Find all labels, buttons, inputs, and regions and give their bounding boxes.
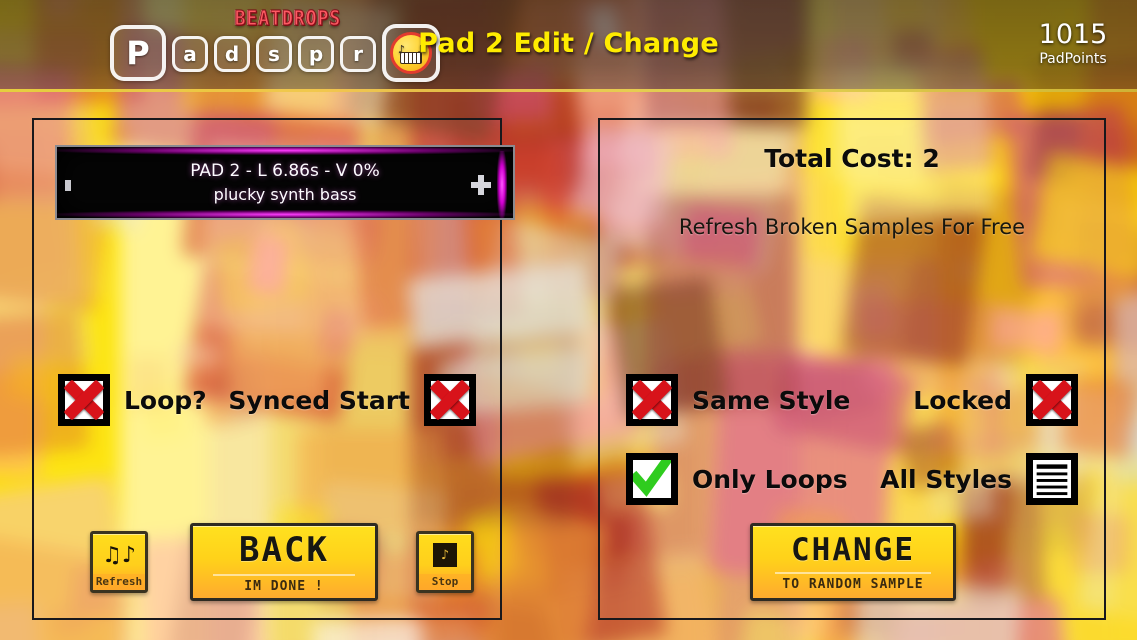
checkbox-synced-start[interactable]	[424, 374, 476, 426]
option-loop-label: Loop?	[124, 385, 207, 415]
red-x-icon	[65, 381, 103, 419]
button-divider	[775, 572, 931, 574]
option-loop[interactable]: Loop?	[58, 374, 207, 426]
checkbox-all-styles[interactable]	[1026, 453, 1078, 505]
option-only-loops-label: Only Loops	[692, 464, 848, 494]
pad-sample-text: PAD 2 - L 6.86s - V 0% plucky synth bass	[57, 159, 513, 207]
padpoints-value: 1015	[1038, 19, 1108, 50]
option-all-styles-label: All Styles	[880, 464, 1012, 494]
pad-glow-top	[57, 147, 513, 155]
back-button[interactable]: BACK IM DONE !	[190, 523, 378, 601]
change-button[interactable]: CHANGE TO RANDOM SAMPLE	[750, 523, 956, 601]
pad-sample-name: plucky synth bass	[213, 185, 357, 204]
padpoints-display: 1015 PadPoints	[1023, 20, 1123, 68]
pad-glow-bottom	[57, 210, 513, 218]
red-x-icon	[431, 381, 469, 419]
stop-note-icon: ♪	[433, 536, 457, 574]
checkbox-loop[interactable]	[58, 374, 110, 426]
change-button-sublabel: TO RANDOM SAMPLE	[782, 577, 924, 592]
stop-button-label: Stop	[419, 574, 471, 590]
change-options-panel: Total Cost: 2 Refresh Broken Samples For…	[598, 118, 1106, 620]
red-x-icon	[1033, 381, 1071, 419]
checkbox-locked[interactable]	[1026, 374, 1078, 426]
free-refresh-note: Refresh Broken Samples For Free	[678, 215, 1026, 239]
green-check-icon	[633, 460, 671, 498]
option-same-style-label: Same Style	[692, 385, 851, 415]
option-synced-start[interactable]: Synced Start	[228, 374, 476, 426]
refresh-button[interactable]: ♫♪ Refresh	[90, 531, 148, 593]
top-bar: BEATDROPS P a d s p r ♪ ♪ Pad 2 Edit / C…	[0, 0, 1137, 92]
back-button-label: BACK	[239, 530, 329, 570]
checkbox-same-style[interactable]	[626, 374, 678, 426]
red-x-icon	[633, 381, 671, 419]
change-button-label: CHANGE	[791, 532, 915, 568]
checkbox-only-loops[interactable]	[626, 453, 678, 505]
pad-info-line: PAD 2 - L 6.86s - V 0%	[190, 161, 380, 181]
pad-sample-bar[interactable]: PAD 2 - L 6.86s - V 0% plucky synth bass	[55, 145, 515, 220]
option-same-style[interactable]: Same Style	[626, 374, 850, 426]
list-lines-icon	[1033, 460, 1071, 498]
option-synced-start-label: Synced Start	[228, 385, 410, 415]
total-cost-label: Total Cost: 2	[764, 144, 940, 173]
refresh-button-label: Refresh	[93, 574, 145, 590]
option-all-styles[interactable]: All Styles	[880, 453, 1078, 505]
pad-edit-panel: PAD 2 - L 6.86s - V 0% plucky synth bass…	[32, 118, 515, 620]
option-locked-label: Locked	[913, 385, 1012, 415]
option-only-loops[interactable]: Only Loops	[626, 453, 848, 505]
music-notes-download-icon: ♫♪	[102, 542, 136, 568]
back-button-sublabel: IM DONE !	[244, 579, 324, 594]
stop-button[interactable]: ♪ Stop	[416, 531, 474, 593]
padpoints-label: PadPoints	[1039, 51, 1107, 67]
button-divider	[213, 574, 355, 576]
page-title: Pad 2 Edit / Change	[418, 28, 719, 59]
option-locked[interactable]: Locked	[913, 374, 1078, 426]
